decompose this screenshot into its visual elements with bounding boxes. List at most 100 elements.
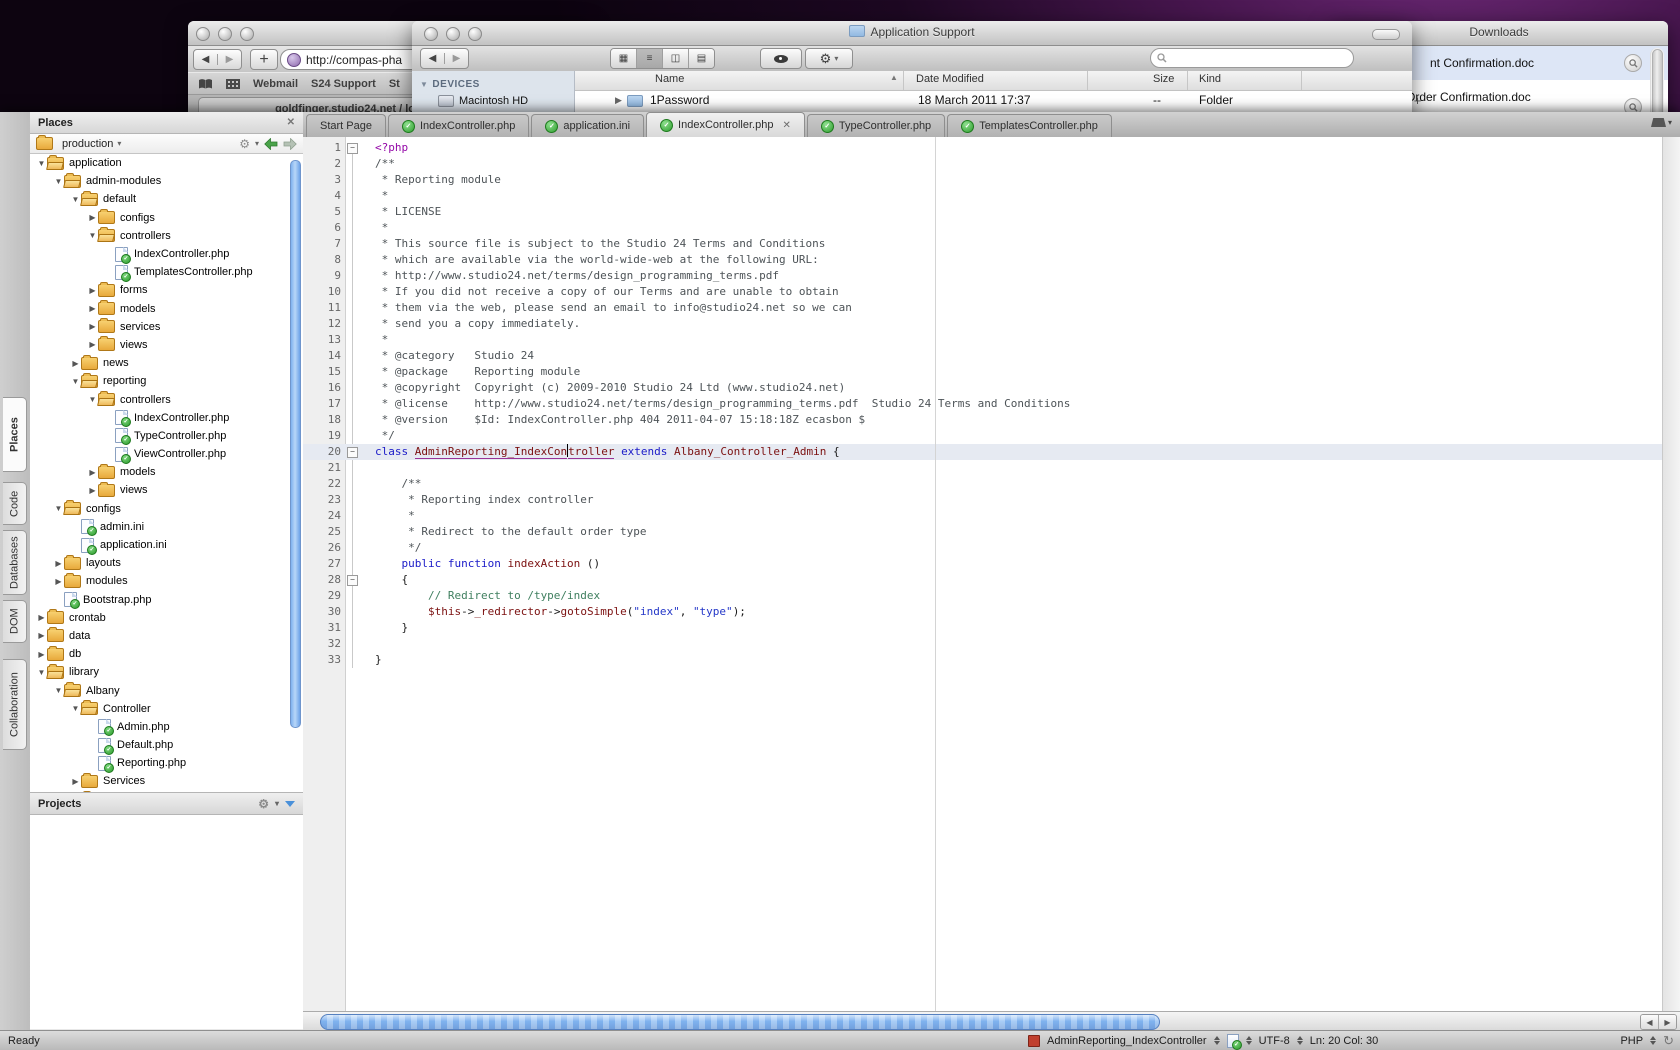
disclosure-closed-icon[interactable]: ▶ — [36, 631, 47, 640]
code-line[interactable]: } — [375, 652, 382, 668]
code-line[interactable]: * http://www.studio24.net/terms/design_p… — [375, 268, 779, 284]
scroll-right-icon[interactable]: ▶ — [1658, 1015, 1676, 1029]
column-view-icon[interactable]: ◫ — [662, 49, 688, 68]
code-line[interactable]: * @license http://www.studio24.net/terms… — [375, 396, 1070, 412]
disclosure-open-icon[interactable]: ▼ — [36, 668, 47, 677]
gear-icon[interactable]: ⚙ — [258, 798, 269, 810]
tree-item-reporting.php[interactable]: ✓Reporting.php — [30, 754, 303, 772]
tree-item-models[interactable]: ▶models — [30, 463, 303, 481]
plus-icon[interactable]: + — [1411, 95, 1424, 108]
back-icon[interactable]: ◀ — [194, 54, 217, 65]
sidebar-item-macintosh-hd[interactable]: Macintosh HD — [412, 92, 574, 110]
tree-scrollbar-thumb[interactable] — [290, 160, 301, 728]
code-line[interactable]: */ — [375, 540, 421, 556]
bookmark-s24-support[interactable]: S24 Support — [311, 78, 376, 90]
disclosure-closed-icon[interactable]: ▶ — [36, 650, 47, 659]
tree-item-crontab[interactable]: ▶crontab — [30, 609, 303, 627]
code-line[interactable]: * @version $Id: IndexController.php 404 … — [375, 412, 865, 428]
tree-item-controllers[interactable]: ▼controllers — [30, 227, 303, 245]
downloads-scroll-thumb[interactable] — [1652, 49, 1663, 121]
code-line[interactable]: $this->_redirector->gotoSimple("index", … — [375, 604, 746, 620]
topsites-grid-icon[interactable] — [226, 79, 240, 89]
magnifier-icon[interactable] — [1624, 54, 1642, 72]
tree-item-modules[interactable]: ▶modules — [30, 572, 303, 590]
new-tab-button[interactable]: + — [250, 49, 278, 70]
disclosure-closed-icon[interactable]: ▶ — [87, 340, 98, 349]
code-line[interactable]: /** — [375, 156, 395, 172]
close-window-button[interactable] — [196, 27, 210, 41]
tree-item-views[interactable]: ▶views — [30, 336, 303, 354]
editor-tab-application-ini[interactable]: ✓application.ini — [531, 114, 644, 137]
tab-list-menu-button[interactable]: ▾ — [1651, 118, 1672, 127]
disclosure-open-icon[interactable]: ▼ — [53, 504, 64, 513]
disclosure-closed-icon[interactable]: ▶ — [70, 777, 81, 786]
code-line[interactable]: /** — [375, 476, 421, 492]
column-header-kind[interactable]: Kind — [1199, 73, 1221, 85]
code-line[interactable]: * If you did not receive a copy of our T… — [375, 284, 839, 300]
disclosure-open-icon[interactable]: ▼ — [87, 231, 98, 240]
disclosure-closed-icon[interactable]: ▶ — [53, 577, 64, 586]
code-line[interactable]: public function indexAction () — [375, 556, 600, 572]
code-line[interactable]: * which are available via the world-wide… — [375, 252, 819, 268]
fold-collapse-icon[interactable]: − — [347, 143, 358, 154]
code-line[interactable]: * This source file is subject to the Stu… — [375, 236, 825, 252]
column-header-date[interactable]: Date Modified — [916, 73, 984, 85]
tree-item-reporting[interactable]: ▼reporting — [30, 372, 303, 390]
tree-item-bootstrap.php[interactable]: ✓Bootstrap.php — [30, 591, 303, 609]
tree-item-typecontroller.php[interactable]: ✓TypeController.php — [30, 427, 303, 445]
tree-item-application[interactable]: ▼application — [30, 154, 303, 172]
finder-titlebar[interactable]: Application Support — [412, 21, 1412, 46]
close-tab-icon[interactable]: ✕ — [782, 120, 790, 131]
disclosure-open-icon[interactable]: ▼ — [70, 377, 81, 386]
tree-item-services[interactable]: ▶Services — [30, 772, 303, 790]
fold-collapse-icon[interactable]: − — [347, 575, 358, 586]
icon-view-icon[interactable]: ▦ — [611, 49, 636, 68]
tree-item-configs[interactable]: ▼configs — [30, 500, 303, 518]
back-arrow-icon[interactable] — [264, 138, 278, 150]
disclosure-open-icon[interactable]: ▼ — [420, 80, 428, 89]
fold-collapse-icon[interactable]: − — [347, 447, 358, 458]
zoom-window-button[interactable] — [240, 27, 254, 41]
code-line[interactable]: class AdminReporting_IndexController ext… — [375, 444, 840, 460]
bookmarks-book-icon[interactable] — [198, 78, 213, 90]
bookmark-webmail[interactable]: Webmail — [253, 78, 298, 90]
tree-item-controllers[interactable]: ▼controllers — [30, 390, 303, 408]
action-menu-button[interactable]: ⚙ ▾ — [805, 48, 853, 69]
tree-item-admin.ini[interactable]: ✓admin.ini — [30, 518, 303, 536]
editor-tab-start-page[interactable]: Start Page — [306, 114, 386, 137]
status-language[interactable]: PHP — [1620, 1035, 1643, 1047]
tree-item-views[interactable]: ▶views — [30, 481, 303, 499]
close-icon[interactable]: ✕ — [287, 117, 295, 128]
coverflow-view-icon[interactable]: ▤ — [688, 49, 714, 68]
tree-item-indexcontroller.php[interactable]: ✓IndexController.php — [30, 245, 303, 263]
code-line[interactable]: * LICENSE — [375, 204, 441, 220]
code-line[interactable]: * send you a copy immediately. — [375, 316, 580, 332]
code-line[interactable]: } — [375, 620, 408, 636]
forward-icon[interactable]: ▶ — [217, 54, 241, 65]
horizontal-scroll-thumb[interactable] — [320, 1014, 1160, 1030]
status-encoding[interactable]: UTF-8 — [1259, 1035, 1290, 1047]
disclosure-closed-icon[interactable]: ▶ — [87, 322, 98, 331]
back-icon[interactable]: ◀ — [421, 53, 444, 64]
code-line[interactable]: * them via the web, please send an email… — [375, 300, 852, 316]
downloads-scrollbar[interactable] — [1650, 48, 1664, 121]
tree-item-data[interactable]: ▶data — [30, 627, 303, 645]
side-tab-databases[interactable]: Databases — [3, 530, 27, 595]
editor-vertical-scrollbar[interactable] — [1662, 137, 1680, 1012]
tree-item-partial[interactable]: ▶ — [30, 791, 303, 793]
stepper-icon[interactable] — [1246, 1036, 1252, 1045]
tree-item-db[interactable]: ▶db — [30, 645, 303, 663]
code-line[interactable]: * Reporting index controller — [375, 492, 594, 508]
projects-panel-body[interactable] — [30, 815, 303, 1029]
bookmark-studio[interactable]: St — [389, 78, 400, 90]
tree-item-services[interactable]: ▶services — [30, 318, 303, 336]
code-line[interactable]: * — [375, 508, 415, 524]
code-editor[interactable]: 1−<?php2/**3 * Reporting module4 *5 * LI… — [303, 137, 1680, 1012]
disclosure-closed-icon[interactable]: ▶ — [87, 304, 98, 313]
tree-item-models[interactable]: ▶models — [30, 300, 303, 318]
code-line[interactable]: * — [375, 188, 388, 204]
stepper-icon[interactable] — [1650, 1036, 1656, 1045]
tree-item-news[interactable]: ▶news — [30, 354, 303, 372]
disclosure-open-icon[interactable]: ▼ — [70, 704, 81, 713]
tree-item-albany[interactable]: ▼Albany — [30, 681, 303, 699]
